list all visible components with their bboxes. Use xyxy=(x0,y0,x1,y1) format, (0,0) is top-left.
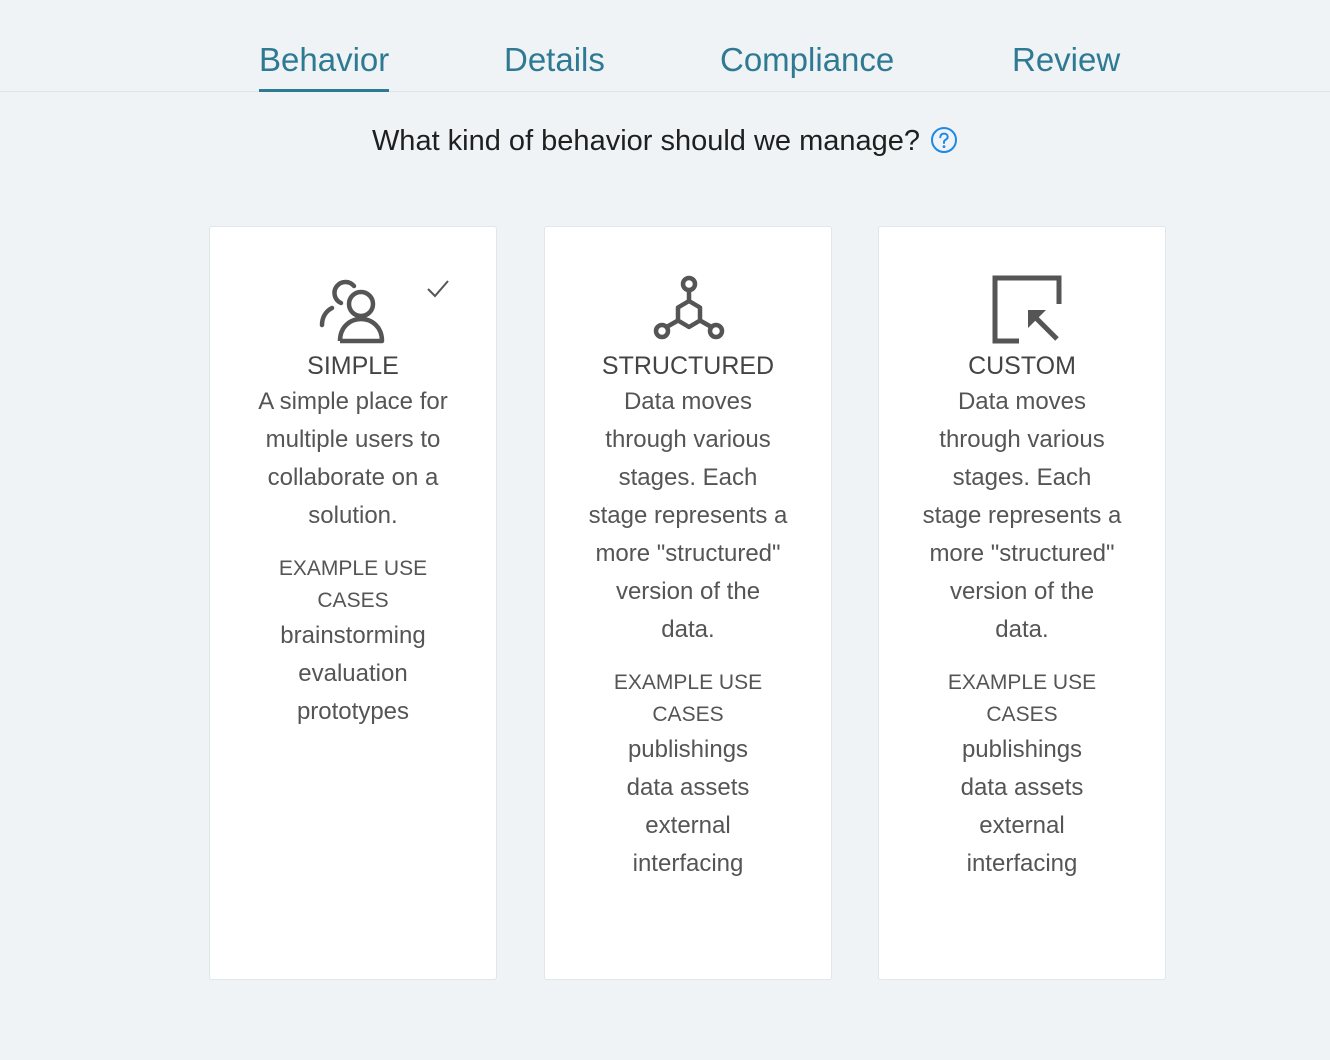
card-title: SIMPLE xyxy=(307,352,399,380)
list-item: brainstorming xyxy=(280,622,426,649)
list-item: evaluation xyxy=(298,660,408,687)
list-item: data assets xyxy=(626,774,750,801)
question-text: What kind of behavior should we manage? xyxy=(371,125,921,157)
example-use-cases-label: EXAMPLE USE CASES xyxy=(613,671,763,726)
card-title: CUSTOM xyxy=(968,352,1076,380)
example-use-cases-label: EXAMPLE USE CASES xyxy=(278,557,428,612)
network-icon xyxy=(653,275,725,340)
card-description: A simple place for multiple users to col… xyxy=(258,388,448,529)
example-list: publishings data assets external interfa… xyxy=(545,731,831,883)
example-list: publishings data assets external interfa… xyxy=(879,731,1165,883)
list-item: data assets xyxy=(960,774,1084,801)
behavior-card-custom[interactable]: CUSTOM Data moves through various stages… xyxy=(878,226,1166,980)
list-item: prototypes xyxy=(296,698,410,725)
tab-details[interactable]: Details xyxy=(504,40,605,80)
behavior-question: What kind of behavior should we manage? xyxy=(0,122,1330,164)
question-circle-icon[interactable] xyxy=(930,126,958,164)
card-title: STRUCTURED xyxy=(601,352,775,380)
arrow-box-icon xyxy=(992,275,1062,344)
example-list: brainstorming evaluation prototypes xyxy=(210,617,496,731)
list-item: publishings xyxy=(627,736,749,763)
checkmark-icon xyxy=(427,280,449,298)
list-item: interfacing xyxy=(966,850,1078,877)
card-description: Data moves through various stages. Each … xyxy=(922,388,1122,643)
behavior-card-structured[interactable]: STRUCTURED Data moves through various st… xyxy=(544,226,832,980)
list-item: publishings xyxy=(961,736,1083,763)
list-item: interfacing xyxy=(632,850,744,877)
list-item: external xyxy=(645,812,731,839)
card-description: Data moves through various stages. Each … xyxy=(588,388,788,643)
users-icon xyxy=(319,279,385,344)
list-item: external xyxy=(979,812,1065,839)
behavior-card-simple[interactable]: SIMPLE A simple place for multiple users… xyxy=(209,226,497,980)
tab-compliance[interactable]: Compliance xyxy=(720,40,894,80)
tab-behavior[interactable]: Behavior xyxy=(259,40,390,92)
tab-review[interactable]: Review xyxy=(1012,40,1120,80)
example-use-cases-label: EXAMPLE USE CASES xyxy=(947,671,1097,726)
wizard-tab-bar: Behavior Details Compliance Review xyxy=(0,0,1330,92)
